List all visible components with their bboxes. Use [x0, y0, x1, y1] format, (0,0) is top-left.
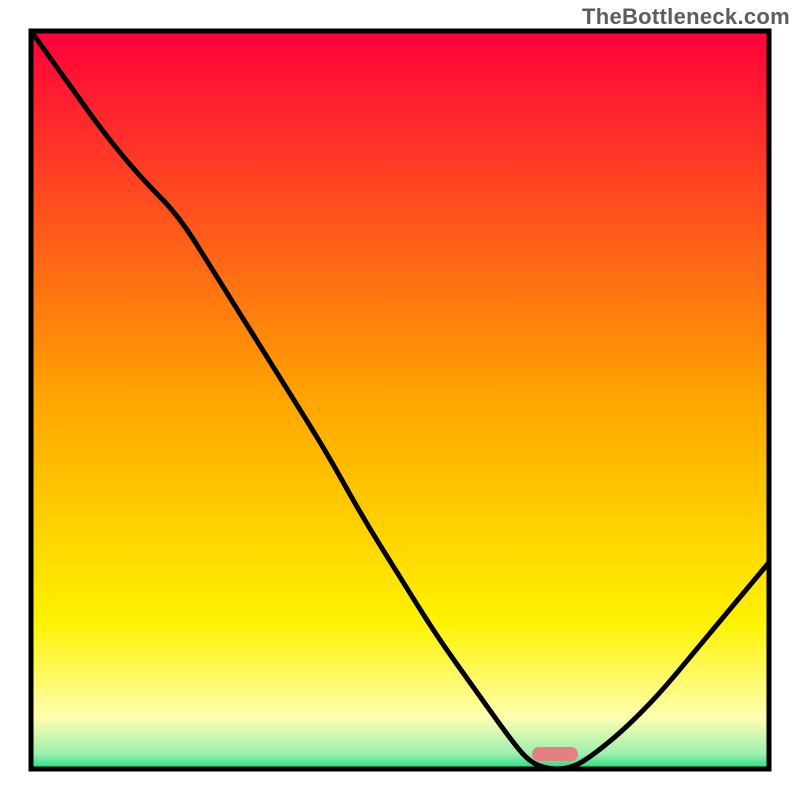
gradient-background: [31, 31, 769, 769]
optimal-marker: [532, 747, 578, 761]
chart-svg: [28, 28, 772, 772]
chart-stage: TheBottleneck.com: [0, 0, 800, 800]
attribution-text: TheBottleneck.com: [582, 4, 790, 30]
